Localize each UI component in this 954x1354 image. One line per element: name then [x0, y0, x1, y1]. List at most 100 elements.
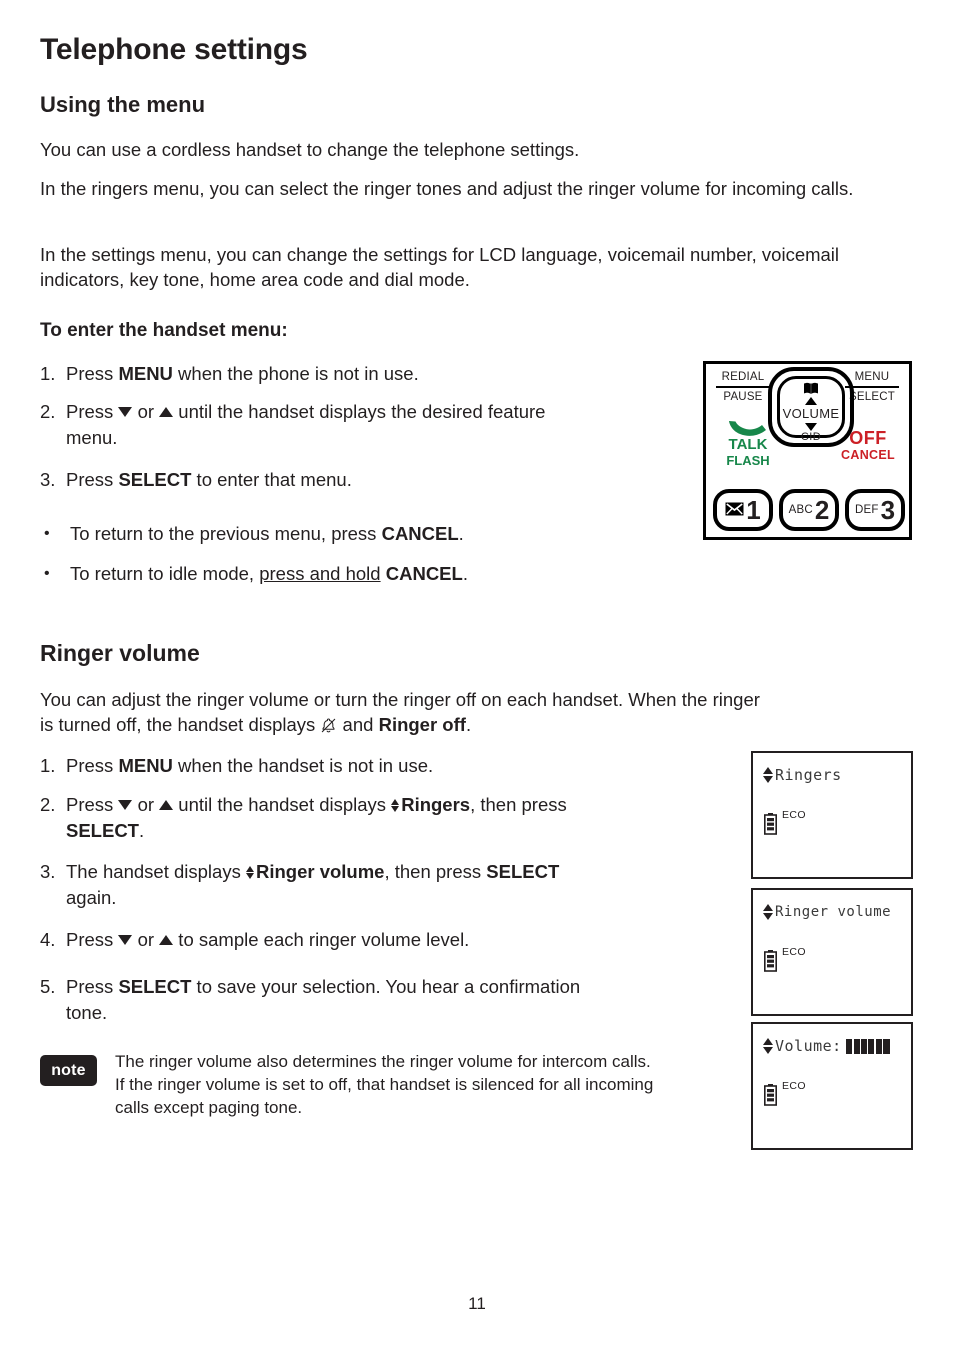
list-item-text: Press or to sample each ringer volume le… — [66, 929, 470, 950]
up-arrow-icon — [159, 935, 174, 945]
eco-label: ECO — [782, 809, 806, 821]
list-item: 1. Press MENU when the phone is not in u… — [40, 361, 640, 387]
list-item: 1. Press MENU when the handset is not in… — [40, 753, 680, 779]
battery-icon — [764, 813, 777, 835]
list-item: 2. Press or until the handset displays R… — [40, 792, 600, 843]
lcd-screen-ringers: Ringers ECO — [751, 751, 913, 879]
list-marker-bullet: • — [44, 525, 50, 542]
list-item: 2. Press or until the handset displays t… — [40, 399, 600, 450]
emphasis-text: Ringer volume — [255, 861, 385, 882]
off-label: OFF — [849, 428, 887, 448]
list-item-text: To return to the previous menu, press CA… — [70, 523, 464, 544]
page-title: Telephone settings — [40, 33, 308, 66]
list-marker: 1. — [40, 363, 56, 384]
updown-arrow-icon — [763, 904, 774, 920]
list-item-text: Press SELECT to save your selection. You… — [66, 976, 581, 1023]
key-3: DEF 3 — [845, 489, 905, 531]
emphasis-text: Ringer off — [378, 714, 466, 735]
updown-arrow-icon — [245, 865, 255, 880]
up-arrow-icon — [159, 407, 174, 417]
volume-level-bar — [845, 1038, 890, 1054]
paragraph-intro-3: In the settings menu, you can change the… — [40, 244, 840, 290]
subheading-enter-handset-menu: To enter the handset menu: — [40, 320, 288, 341]
list-item: 4. Press or to sample each ringer volume… — [40, 927, 680, 953]
ringer-off-bell-icon — [320, 715, 337, 733]
key-1: 1 — [713, 489, 773, 531]
list-item-text: Press or until the handset displays the … — [66, 401, 546, 448]
key-2: ABC 2 — [779, 489, 839, 531]
paragraph-intro-1: You can use a cordless handset to change… — [40, 139, 580, 160]
note-box: note The ringer volume also determines t… — [40, 1050, 660, 1119]
volume-label: VOLUME — [782, 406, 840, 421]
pause-label: PAUSE — [723, 391, 763, 403]
updown-arrow-icon — [763, 1038, 774, 1054]
list-item: 3. The handset displays Ringer volume, t… — [40, 859, 610, 910]
note-badge: note — [40, 1055, 97, 1086]
off-cancel-key-label: OFF CANCEL — [833, 428, 903, 463]
section-heading-ringer-volume: Ringer volume — [40, 640, 200, 666]
flash-label: FLASH — [726, 453, 770, 468]
list-item: 5. Press SELECT to save your selection. … — [40, 974, 600, 1025]
lcd-title-row: Ringer volume — [763, 904, 891, 920]
cancel-label: CANCEL — [841, 448, 895, 462]
page-number: 11 — [468, 1294, 486, 1313]
down-arrow-icon — [118, 935, 133, 945]
list-item-text: The handset displays Ringer volume, then… — [66, 861, 560, 908]
lcd-title-row: Ringers — [763, 767, 842, 783]
lcd-screen-volume-level: Volume: ECO — [751, 1022, 913, 1150]
key-digit: 2 — [814, 495, 830, 525]
key-digit: 1 — [746, 495, 761, 525]
section-heading-using-the-menu: Using the menu — [40, 92, 206, 117]
list-marker: 2. — [40, 794, 56, 815]
emphasis-text: CANCEL — [381, 523, 459, 544]
lcd-title-text: Volume: — [775, 1037, 842, 1055]
volume-down-arrow-icon — [805, 423, 817, 431]
underlined-text: press and hold — [259, 563, 381, 584]
list-item-text: Press or until the handset displays Ring… — [66, 794, 567, 841]
down-arrow-icon — [118, 800, 133, 810]
key-letters: ABC — [788, 504, 813, 516]
list-item-text: Press SELECT to enter that menu. — [66, 469, 352, 490]
list-item-text: Press MENU when the phone is not in use. — [66, 363, 419, 384]
document-page: Telephone settings Using the menu You ca… — [0, 0, 954, 1354]
list-marker: 3. — [40, 469, 56, 490]
list-marker: 1. — [40, 755, 56, 776]
list-item-text: Press MENU when the handset is not in us… — [66, 755, 434, 776]
keypad-number-row: 1 ABC 2 DEF 3 — [706, 489, 909, 533]
list-marker: 3. — [40, 861, 56, 882]
redial-pause-key-label: REDIAL PAUSE — [710, 370, 776, 418]
lcd-title-text: Ringer volume — [775, 904, 892, 920]
emphasis-text: SELECT — [118, 976, 192, 997]
lcd-title-row: Volume: — [763, 1038, 890, 1054]
key-digit: 3 — [880, 495, 896, 525]
paragraph-ringer-volume-intro: You can adjust the ringer volume or turn… — [40, 689, 760, 735]
list-marker: 5. — [40, 976, 56, 997]
emphasis-text: MENU — [118, 363, 173, 384]
paragraph-intro-2: In the ringers menu, you can select the … — [40, 178, 854, 199]
list-item-text: To return to idle mode, press and hold C… — [70, 563, 468, 584]
redial-label: REDIAL — [716, 370, 770, 388]
list-item: • To return to idle mode, press and hold… — [44, 561, 664, 587]
up-arrow-icon — [159, 800, 174, 810]
emphasis-text: SELECT — [486, 861, 560, 882]
emphasis-text: SELECT — [66, 819, 139, 841]
list-item: • To return to the previous menu, press … — [44, 521, 664, 547]
emphasis-text: Ringers — [401, 794, 471, 815]
handset-keypad-illustration: REDIAL PAUSE MENU SELECT VOLUME CID TALK… — [703, 361, 912, 540]
down-arrow-icon — [118, 407, 133, 417]
emphasis-text: CANCEL — [385, 563, 463, 584]
lcd-title-text: Ringers — [775, 766, 842, 784]
talk-flash-key-label: TALK FLASH — [714, 420, 782, 468]
battery-icon — [764, 950, 777, 972]
list-item: 3. Press SELECT to enter that menu. — [40, 467, 640, 493]
battery-icon — [764, 1084, 777, 1106]
list-marker: 2. — [40, 401, 56, 422]
updown-arrow-icon — [391, 798, 400, 813]
lcd-screen-ringer-volume: Ringer volume ECO — [751, 888, 913, 1016]
envelope-icon — [725, 502, 744, 519]
key-letters: DEF — [854, 504, 879, 516]
list-marker: 4. — [40, 929, 56, 950]
handset-icon — [714, 420, 782, 437]
talk-label: TALK — [728, 436, 768, 453]
emphasis-text: MENU — [118, 755, 173, 776]
